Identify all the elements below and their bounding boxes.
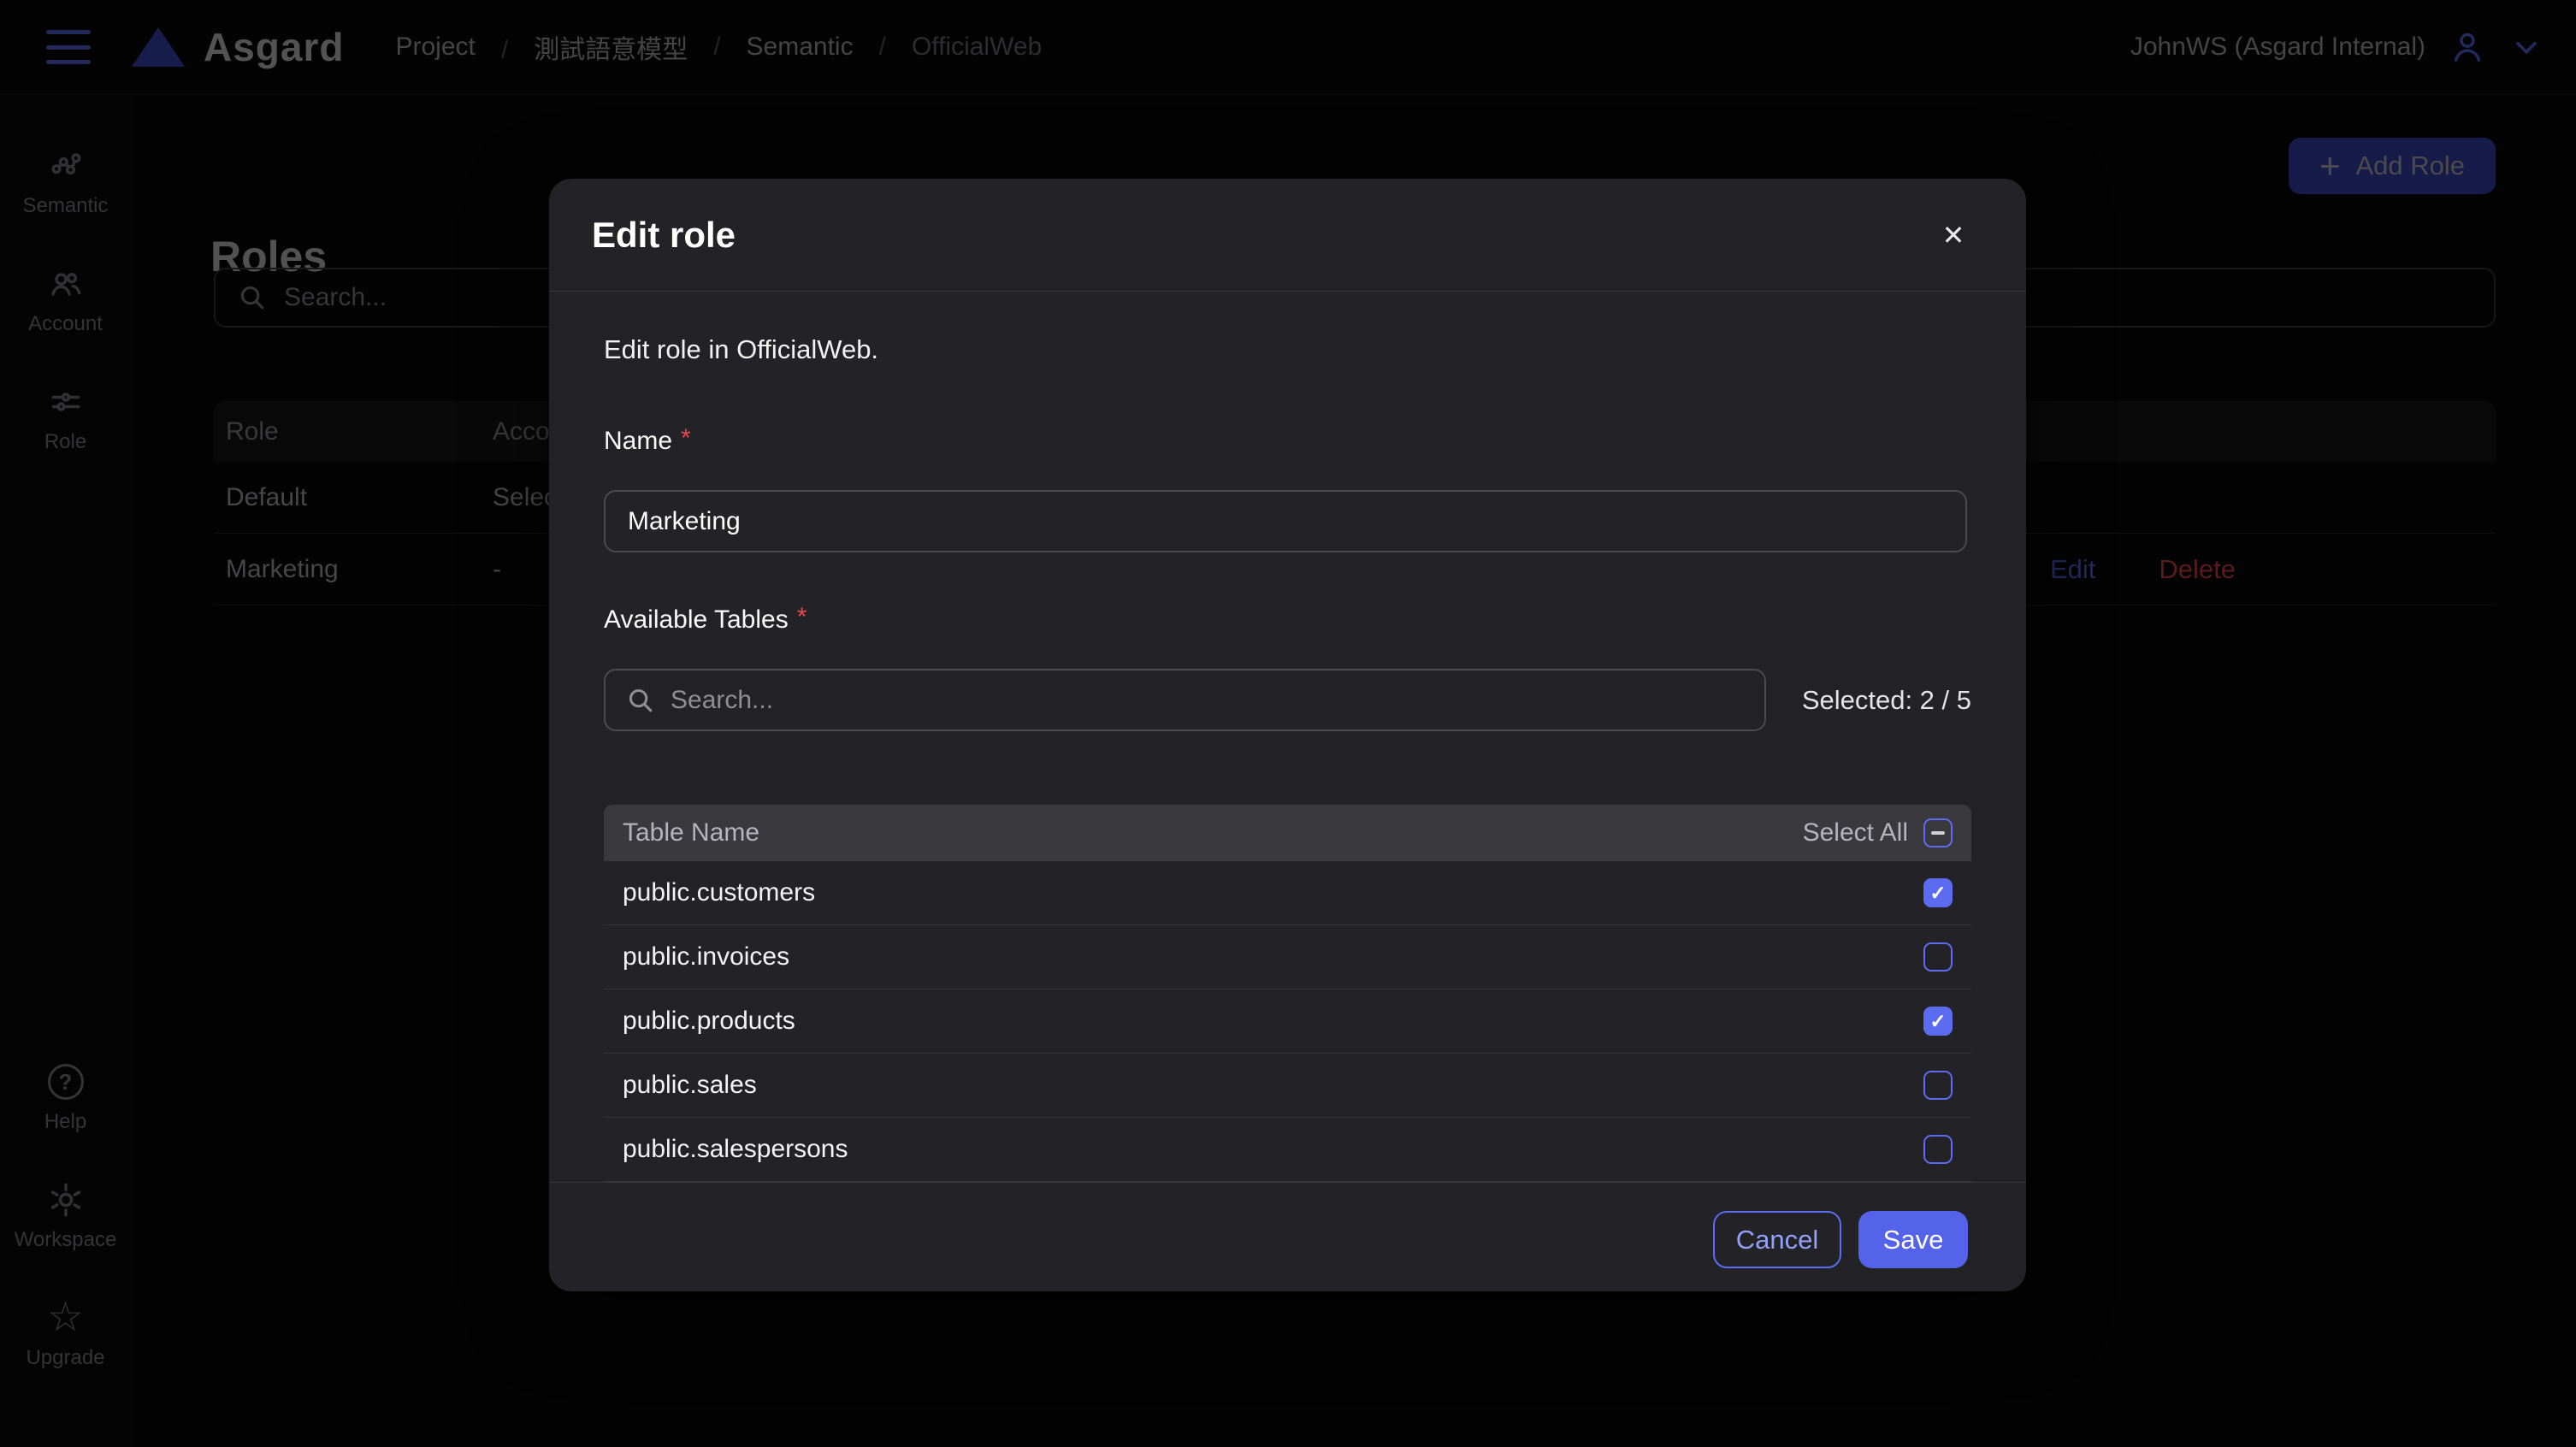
modal-body: Edit role in OfficialWeb. Name * Availab… (549, 292, 2026, 1182)
available-tables-label: Available Tables * (604, 605, 1971, 635)
table-row[interactable]: public.products (604, 989, 1971, 1054)
required-mark: * (681, 427, 691, 450)
close-icon[interactable] (1932, 214, 1975, 257)
modal-title: Edit role (592, 215, 736, 256)
table-name: public.products (623, 1007, 795, 1036)
tables-list: Table Name Select All public.customers p… (604, 805, 1971, 1182)
name-label: Name * (604, 427, 1971, 456)
row-checkbox[interactable] (1923, 878, 1953, 907)
table-name: public.sales (623, 1071, 757, 1100)
row-checkbox[interactable] (1923, 1071, 1953, 1100)
table-row[interactable]: public.sales (604, 1054, 1971, 1118)
edit-role-modal: Edit role Edit role in OfficialWeb. Name… (549, 179, 2026, 1291)
selected-count: Selected: 2 / 5 (1802, 685, 1971, 716)
table-name: public.invoices (623, 942, 789, 972)
select-all-label: Select All (1803, 818, 1908, 848)
modal-header: Edit role (549, 179, 2026, 292)
row-checkbox[interactable] (1923, 1007, 1953, 1036)
tables-search[interactable] (604, 669, 1766, 731)
table-name: public.customers (623, 878, 815, 907)
modal-footer: Cancel Save (549, 1182, 2026, 1296)
select-all-checkbox[interactable] (1923, 818, 1953, 848)
tables-list-header: Table Name Select All (604, 805, 1971, 861)
table-row[interactable]: public.customers (604, 861, 1971, 925)
row-checkbox[interactable] (1923, 1135, 1953, 1164)
table-row[interactable]: public.salespersons (604, 1118, 1971, 1182)
name-field[interactable] (604, 490, 1967, 552)
tables-search-input[interactable] (671, 686, 1746, 715)
table-name: public.salespersons (623, 1135, 848, 1164)
cancel-button[interactable]: Cancel (1713, 1211, 1841, 1268)
tables-search-row: Selected: 2 / 5 (604, 669, 1971, 731)
required-mark: * (797, 605, 807, 629)
row-checkbox[interactable] (1923, 942, 1953, 972)
select-all[interactable]: Select All (1803, 818, 1953, 848)
search-icon (624, 684, 657, 717)
column-table-name: Table Name (623, 818, 759, 848)
save-button[interactable]: Save (1858, 1211, 1968, 1268)
modal-description: Edit role in OfficialWeb. (604, 334, 1971, 365)
table-row[interactable]: public.invoices (604, 925, 1971, 989)
